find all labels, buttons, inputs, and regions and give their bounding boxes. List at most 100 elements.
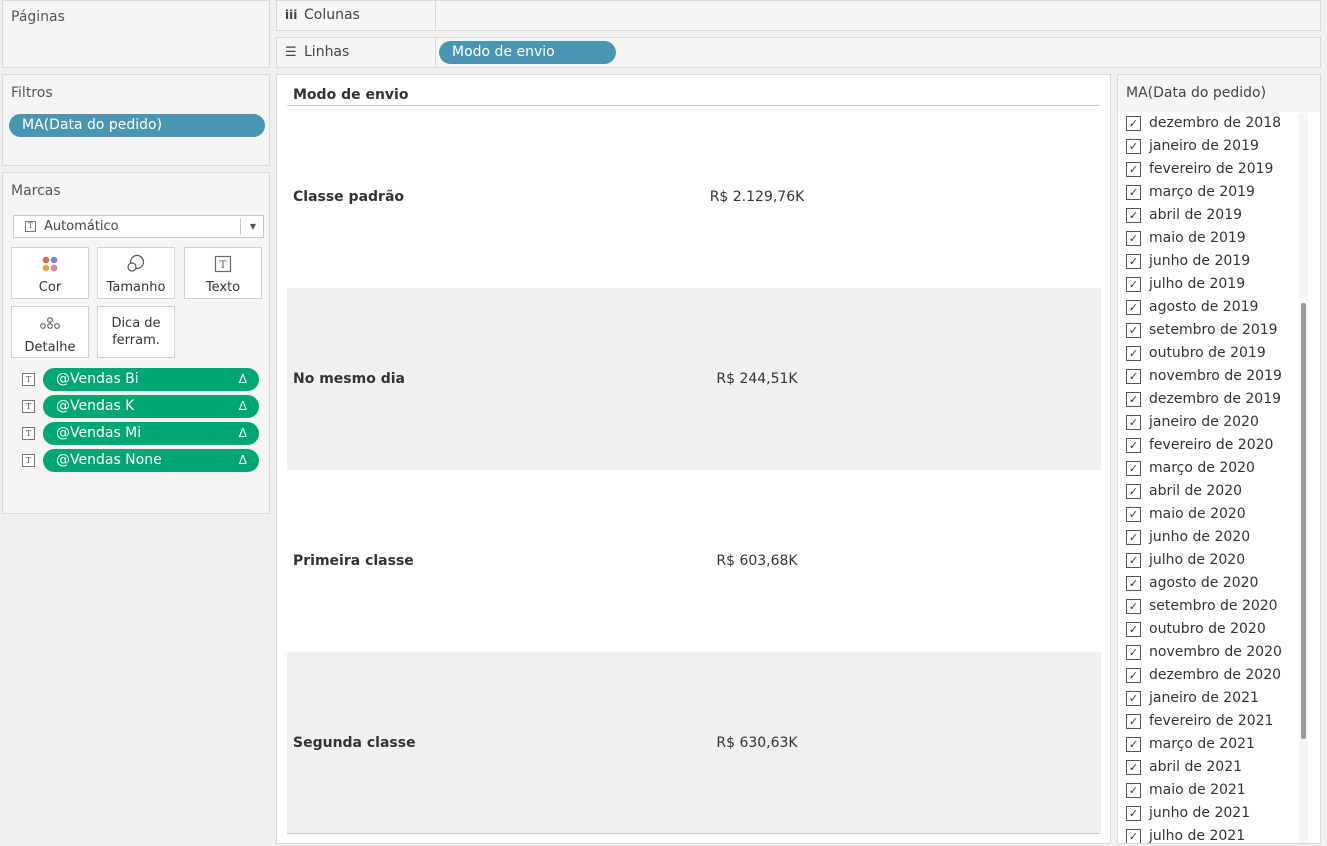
scrollbar-thumb[interactable] [1301,303,1306,739]
filter-item[interactable]: ✓ abril de 2021 [1118,758,1300,781]
filter-item[interactable]: ✓ janeiro de 2020 [1118,413,1300,436]
checkbox-checked-icon[interactable]: ✓ [1126,783,1141,798]
table-row[interactable]: Classe padrão R$ 2.129,76K [287,106,1101,288]
detail-button[interactable]: Detalhe [11,306,89,358]
checkbox-checked-icon[interactable]: ✓ [1126,645,1141,660]
checkbox-checked-icon[interactable]: ✓ [1126,668,1141,683]
filter-item[interactable]: ✓ novembro de 2020 [1118,643,1300,666]
filter-item[interactable]: ✓ agosto de 2020 [1118,574,1300,597]
checkbox-checked-icon[interactable]: ✓ [1126,691,1141,706]
checkbox-checked-icon[interactable]: ✓ [1126,208,1141,223]
filter-item[interactable]: ✓ junho de 2021 [1118,804,1300,827]
filter-item[interactable]: ✓ maio de 2019 [1118,229,1300,252]
rows-shelf[interactable]: ☰ Linhas Modo de envio [276,37,1321,68]
checkbox-checked-icon[interactable]: ✓ [1126,829,1141,843]
checkbox-checked-icon[interactable]: ✓ [1126,438,1141,453]
checkbox-checked-icon[interactable]: ✓ [1126,231,1141,246]
filter-item[interactable]: ✓ abril de 2020 [1118,482,1300,505]
filter-pill-order-date[interactable]: MA(Data do pedido) [9,114,265,137]
filter-item[interactable]: ✓ março de 2021 [1118,735,1300,758]
checkbox-checked-icon[interactable]: ✓ [1126,185,1141,200]
filter-item[interactable]: ✓ junho de 2019 [1118,252,1300,275]
filter-item-label: julho de 2021 [1149,828,1246,844]
checkbox-checked-icon[interactable]: ✓ [1126,323,1141,338]
filter-item-label: abril de 2021 [1149,759,1243,775]
row-value[interactable]: R$ 244,51K [687,371,827,387]
filter-item[interactable]: ✓ março de 2020 [1118,459,1300,482]
checkbox-checked-icon[interactable]: ✓ [1126,806,1141,821]
checkbox-checked-icon[interactable]: ✓ [1126,484,1141,499]
row-label[interactable]: Segunda classe [293,735,416,751]
filter-item[interactable]: ✓ novembro de 2019 [1118,367,1300,390]
marks-field-pill[interactable]: @Vendas K Δ [43,395,259,418]
columns-shelf[interactable]: iii Colunas [276,0,1321,31]
scrollbar[interactable] [1299,113,1308,843]
filter-item[interactable]: ✓ abril de 2019 [1118,206,1300,229]
checkbox-checked-icon[interactable]: ✓ [1126,553,1141,568]
filter-item[interactable]: ✓ dezembro de 2019 [1118,390,1300,413]
checkbox-checked-icon[interactable]: ✓ [1126,139,1141,154]
filter-item-label: setembro de 2020 [1149,598,1278,614]
filter-item[interactable]: ✓ outubro de 2019 [1118,344,1300,367]
filter-item[interactable]: ✓ setembro de 2020 [1118,597,1300,620]
row-value[interactable]: R$ 630,63K [687,735,827,751]
row-value[interactable]: R$ 603,68K [687,553,827,569]
filter-item[interactable]: ✓ julho de 2021 [1118,827,1300,844]
checkbox-checked-icon[interactable]: ✓ [1126,277,1141,292]
filter-item[interactable]: ✓ outubro de 2020 [1118,620,1300,643]
filter-item[interactable]: ✓ julho de 2020 [1118,551,1300,574]
filter-item[interactable]: ✓ dezembro de 2020 [1118,666,1300,689]
row-value[interactable]: R$ 2.129,76K [687,189,827,205]
mark-type-dropdown[interactable]: T Automático ▼ [13,215,264,238]
marks-field-pill[interactable]: @Vendas Mi Δ [43,422,259,445]
filter-item[interactable]: ✓ setembro de 2019 [1118,321,1300,344]
filter-item[interactable]: ✓ janeiro de 2021 [1118,689,1300,712]
table-row[interactable]: No mesmo dia R$ 244,51K [287,288,1101,470]
row-label[interactable]: No mesmo dia [293,371,405,387]
checkbox-checked-icon[interactable]: ✓ [1126,116,1141,131]
filter-item[interactable]: ✓ maio de 2020 [1118,505,1300,528]
checkbox-checked-icon[interactable]: ✓ [1126,714,1141,729]
table-row[interactable]: Primeira classe R$ 603,68K [287,470,1101,652]
marks-field-pill[interactable]: @Vendas Bi Δ [43,368,259,391]
marks-title: Marcas [11,183,61,199]
filter-item[interactable]: ✓ fevereiro de 2020 [1118,436,1300,459]
filter-item[interactable]: ✓ maio de 2021 [1118,781,1300,804]
checkbox-checked-icon[interactable]: ✓ [1126,369,1141,384]
checkbox-checked-icon[interactable]: ✓ [1126,622,1141,637]
tooltip-button[interactable]: Dica de ferram. [97,306,175,358]
checkbox-checked-icon[interactable]: ✓ [1126,530,1141,545]
pages-title: Páginas [11,9,65,25]
rows-pill-ship-mode[interactable]: Modo de envio [439,41,616,64]
marks-field-pill[interactable]: @Vendas None Δ [43,449,259,472]
delta-icon: Δ [238,399,247,413]
checkbox-checked-icon[interactable]: ✓ [1126,300,1141,315]
checkbox-checked-icon[interactable]: ✓ [1126,461,1141,476]
checkbox-checked-icon[interactable]: ✓ [1126,392,1141,407]
checkbox-checked-icon[interactable]: ✓ [1126,576,1141,591]
filter-item[interactable]: ✓ janeiro de 2019 [1118,137,1300,160]
filter-item[interactable]: ✓ agosto de 2019 [1118,298,1300,321]
filter-item[interactable]: ✓ fevereiro de 2019 [1118,160,1300,183]
column-header-ship-mode[interactable]: Modo de envio [293,87,408,103]
row-label[interactable]: Classe padrão [293,189,404,205]
filter-item[interactable]: ✓ junho de 2020 [1118,528,1300,551]
checkbox-checked-icon[interactable]: ✓ [1126,760,1141,775]
color-button[interactable]: Cor [11,247,89,299]
checkbox-checked-icon[interactable]: ✓ [1126,599,1141,614]
checkbox-checked-icon[interactable]: ✓ [1126,162,1141,177]
checkbox-checked-icon[interactable]: ✓ [1126,254,1141,269]
filter-item[interactable]: ✓ fevereiro de 2021 [1118,712,1300,735]
filter-item[interactable]: ✓ março de 2019 [1118,183,1300,206]
text-button[interactable]: T Texto [184,247,262,299]
size-button[interactable]: Tamanho [97,247,175,299]
row-label[interactable]: Primeira classe [293,553,414,569]
filter-item[interactable]: ✓ dezembro de 2018 [1118,114,1300,137]
columns-shelf-label: iii Colunas [277,1,436,30]
table-row[interactable]: Segunda classe R$ 630,63K [287,652,1101,834]
filter-item[interactable]: ✓ julho de 2019 [1118,275,1300,298]
checkbox-checked-icon[interactable]: ✓ [1126,507,1141,522]
checkbox-checked-icon[interactable]: ✓ [1126,415,1141,430]
checkbox-checked-icon[interactable]: ✓ [1126,737,1141,752]
checkbox-checked-icon[interactable]: ✓ [1126,346,1141,361]
